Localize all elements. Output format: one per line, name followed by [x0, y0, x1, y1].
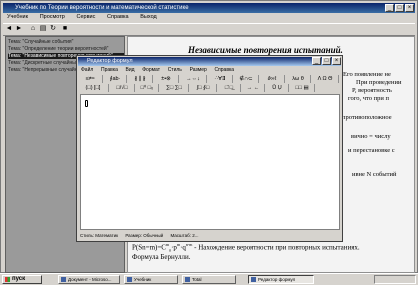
topic-item[interactable]: Тема: "Определение теории вероятностей" — [8, 46, 124, 52]
formula-text: - Нахождение вероятности при повторных и… — [192, 243, 360, 252]
main-title-bar[interactable]: Учебник по Теории вероятности и математи… — [3, 3, 415, 13]
scripts-palette[interactable]: □⁰ □₀ — [137, 84, 159, 92]
start-label: пуск — [12, 276, 26, 282]
text-line: и перестановке с — [348, 147, 395, 154]
taskbar-item-label: Учебник — [134, 277, 152, 282]
start-button[interactable]: пуск — [2, 275, 42, 284]
sets-palette[interactable]: ∉∩⊂ — [235, 75, 259, 83]
editor-minimize-button[interactable]: _ — [312, 57, 321, 65]
formula-caption: Формула Бернулли. — [132, 253, 191, 261]
editor-title-bar[interactable]: Редактор формул _ □ × — [78, 57, 341, 66]
arrows-palette[interactable]: →⇔↓ — [181, 75, 207, 83]
status-zoom: Масштаб: 2... — [170, 233, 199, 238]
page-title: Независимые повторения испытаний. — [188, 45, 343, 55]
status-style: Стиль: Математик — [80, 233, 119, 238]
window-title: Учебник по Теории вероятности и математи… — [15, 5, 189, 11]
operators-palette[interactable]: ±•⊗ — [155, 75, 179, 83]
word-icon — [61, 277, 66, 282]
taskbar-item-active[interactable]: Редактор формул — [248, 275, 314, 284]
bernoulli-formula: P(Sn=m)=Cmn·pm·qn-m - Нахождение вероятн… — [132, 242, 360, 253]
close-button[interactable]: × — [405, 4, 414, 12]
text-line: P, вероятность — [352, 87, 392, 94]
logic-palette[interactable]: ∴∀∃ — [209, 75, 233, 83]
greek-upper-palette[interactable]: Λ Ω Θ — [313, 75, 339, 83]
template-palette-row: (□) [□] □/√□ □⁰ □₀ ∑□ ∑□ ∫□ ∮□ □̄ □̲ → ←… — [79, 84, 341, 92]
editor-menu-size[interactable]: Размер — [190, 67, 207, 73]
back-icon[interactable]: ◄ — [5, 25, 13, 33]
editor-close-button[interactable]: × — [332, 57, 341, 65]
print-icon[interactable]: ▤ — [39, 25, 47, 33]
editor-maximize-button[interactable]: □ — [322, 57, 331, 65]
editor-menubar: Файл Правка Вид Формат Стиль Размер Спра… — [78, 67, 341, 74]
spaces-palette[interactable]: ∮ab· — [105, 75, 127, 83]
taskbar-item[interactable]: Учебник — [124, 275, 178, 284]
bars-palette[interactable]: □̄ □̲ — [219, 84, 241, 92]
embellishments-palette[interactable]: ∦ ∥ ∦ — [129, 75, 153, 83]
integrals-palette[interactable]: ∫□ ∮□ — [191, 84, 217, 92]
menu-item-service[interactable]: Сервис — [77, 14, 96, 20]
fractions-palette[interactable]: □/√□ — [111, 84, 135, 92]
menu-item-help[interactable]: Справка — [107, 14, 129, 20]
refresh-icon[interactable]: ↻ — [49, 25, 57, 33]
system-tray — [374, 275, 416, 284]
text-line: Его появление не — [343, 71, 391, 78]
windows-logo-icon — [5, 277, 10, 282]
forward-icon[interactable]: ► — [15, 25, 23, 33]
menu-item-exit[interactable]: Выход — [140, 14, 156, 20]
taskbar-item[interactable]: Total — [182, 275, 236, 284]
status-size: Размер: Обычный — [125, 233, 164, 238]
symbol-palette-row: ≤≠≈ ∮ab· ∦ ∥ ∦ ±•⊗ →⇔↓ ∴∀∃ ∉∩⊂ ∂∞ℓ λω θ … — [79, 75, 341, 83]
labeled-arrows-palette[interactable]: → ← — [243, 84, 265, 92]
text-line: вично = числу — [351, 133, 391, 140]
greek-lower-palette[interactable]: λω θ — [287, 75, 311, 83]
minimize-button[interactable]: _ — [385, 4, 394, 12]
taskbar-item[interactable]: Документ - Microso... — [58, 275, 120, 284]
menu-item-view[interactable]: Просмотр — [40, 14, 65, 20]
sums-palette[interactable]: ∑□ ∑□ — [161, 84, 189, 92]
main-menubar: Учебник Просмотр Сервис Справка Выход — [3, 14, 415, 22]
menu-item-textbook[interactable]: Учебник — [7, 14, 28, 20]
topic-item[interactable]: Тема: "Случайные события" — [8, 39, 124, 45]
home-icon[interactable]: ⌂ — [29, 25, 37, 33]
fences-palette[interactable]: (□) [□] — [79, 84, 109, 92]
text-line: При проведении — [356, 79, 402, 86]
folder-icon — [185, 277, 190, 282]
formula-editor-window: Редактор формул _ □ × Файл Правка Вид Фо… — [76, 55, 343, 242]
taskbar-item-label: Total — [192, 277, 202, 282]
taskbar-item-label: Редактор формул — [258, 277, 296, 282]
editor-menu-view[interactable]: Вид — [126, 67, 135, 73]
text-line: гого, что при п — [348, 95, 389, 102]
text-line: ивне N событий — [352, 171, 397, 178]
app-icon — [127, 277, 132, 282]
editor-menu-file[interactable]: Файл — [81, 67, 93, 73]
maximize-button[interactable]: □ — [395, 4, 404, 12]
matrices-palette[interactable]: □□ ▤ — [291, 84, 315, 92]
relations-palette[interactable]: ≤≠≈ — [79, 75, 103, 83]
formula-text: P(Sn=m)=C — [132, 243, 166, 252]
editor-menu-help[interactable]: Справка — [214, 67, 234, 73]
products-palette[interactable]: Ů Ụ — [267, 84, 289, 92]
editor-title: Редактор формул — [87, 58, 133, 64]
taskbar-item-label: Документ - Microso... — [68, 277, 112, 282]
editor-menu-style[interactable]: Стиль — [168, 67, 182, 73]
editor-menu-edit[interactable]: Правка — [101, 67, 118, 73]
formula-editor-icon — [251, 277, 256, 282]
formula-sup: m — [165, 242, 170, 247]
insertion-slot[interactable] — [85, 100, 88, 107]
editor-menu-format[interactable]: Формат — [142, 67, 160, 73]
main-toolbar: ◄ ► ⌂ ▤ ↻ ■ — [3, 23, 415, 36]
editor-status-bar: Стиль: Математик Размер: Обычный Масштаб… — [80, 232, 340, 240]
text-line: противоположное — [342, 114, 392, 121]
formula-edit-area[interactable] — [80, 94, 340, 230]
misc-palette[interactable]: ∂∞ℓ — [261, 75, 285, 83]
taskbar: пуск Документ - Microso... Учебник Total… — [0, 273, 418, 285]
stop-icon[interactable]: ■ — [61, 25, 69, 33]
